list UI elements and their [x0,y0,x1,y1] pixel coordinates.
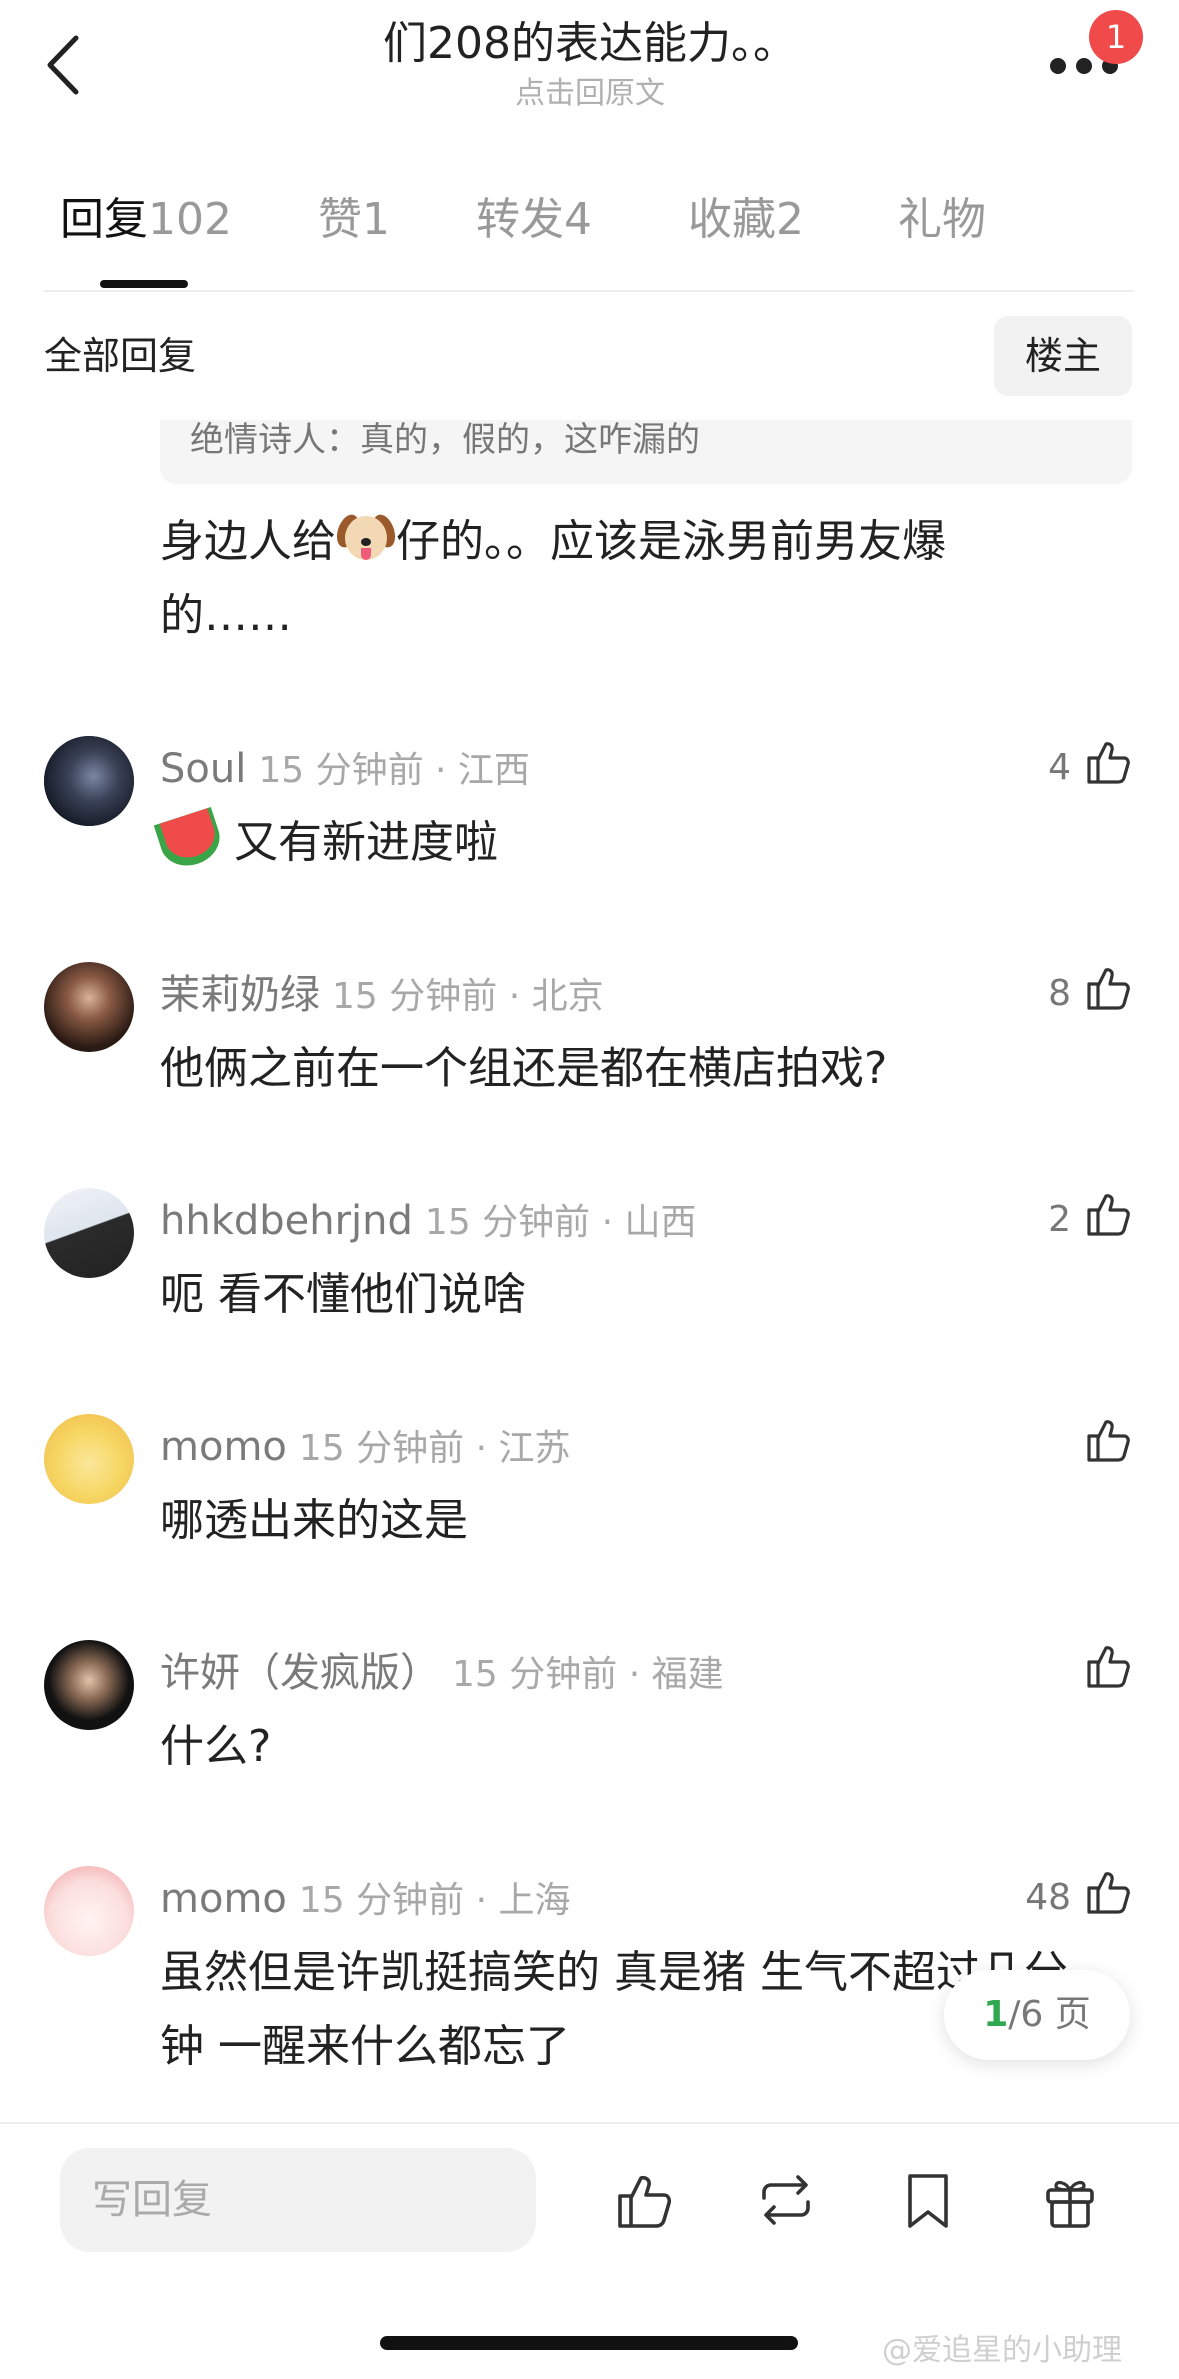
repost-icon [762,2175,810,2225]
bookmark-icon [908,2174,948,2228]
comment-text: 他俩之前在一个组还是都在横店拍戏? [160,1043,888,1094]
username[interactable]: 许妍（发疯版） [160,1650,440,1696]
watermark: @爱追星的小助理 [882,2333,1122,2368]
avatar[interactable] [44,1866,134,1956]
comment-item[interactable]: 许妍（发疯版） 15 分钟前 · 福建 什么? [0,1640,1179,1840]
top-nav-bar: 们208的表达能力。。 点击回原文 1 [0,0,1179,140]
tab-likes[interactable]: 赞1 [318,190,390,250]
avatar[interactable] [44,962,134,1052]
like-count: 2 [1048,1199,1071,1240]
gift-button[interactable] [1038,2168,1102,2232]
comment-meta: Soul 15 分钟前 · 江西 [160,742,530,798]
thumbs-up-icon [1087,1646,1130,1688]
home-indicator[interactable] [380,2336,798,2350]
post-title: 们208的表达能力。。 [383,18,797,69]
notification-badge: 1 [1089,10,1143,64]
tab-replies[interactable]: 回复102 [60,190,232,250]
avatar[interactable] [44,1414,134,1504]
comment-time: 15 分钟前 · 上海 [298,1880,571,1921]
op-only-button[interactable]: 楼主 [994,316,1132,396]
tab-favorites[interactable]: 收藏2 [688,190,804,250]
comment-time: 15 分钟前 · 福建 [452,1654,724,1695]
back-to-original-link[interactable]: 点击回原文 [240,74,940,114]
repost-button[interactable] [754,2168,818,2232]
reply-input[interactable]: 写回复 [60,2148,536,2252]
thumbs-up-icon [1087,968,1130,1010]
current-page: 1 [983,1994,1009,2035]
avatar[interactable] [44,1188,134,1278]
watermelon-emoji [153,806,227,874]
gift-icon [1046,2180,1094,2228]
comment-time: 15 分钟前 · 江西 [258,750,530,791]
back-button[interactable] [40,30,90,100]
tab-bar: 回复102 赞1 转发4 收藏2 礼物 [0,190,1179,290]
comment-time: 15 分钟前 · 北京 [332,976,604,1017]
thumbs-up-icon [1087,1194,1130,1236]
quoted-reply[interactable]: 绝情诗人：真的，假的，这咋漏的 [160,420,1132,484]
username[interactable]: momo [160,1876,287,1922]
like-count: 8 [1048,973,1071,1014]
thumbs-up-icon [1087,1420,1130,1462]
comment-text: 什么? [160,1721,272,1772]
divider [0,2122,1179,2124]
tab-reposts[interactable]: 转发4 [476,190,592,250]
like-count: 4 [1048,747,1071,788]
username[interactable]: hhkdbehrjnd [160,1198,413,1244]
avatar[interactable] [44,1640,134,1730]
title-block[interactable]: 们208的表达能力。。 点击回原文 [240,16,940,114]
total-pages: /6 页 [1008,1994,1091,2035]
thumbs-up-icon [1087,742,1130,784]
comment-time: 15 分钟前 · 江苏 [298,1428,571,1469]
comment-meta: 茉莉奶绿 15 分钟前 · 北京 [160,968,604,1024]
thumbs-up-icon [1087,1872,1130,1914]
like-post-button[interactable] [612,2168,676,2232]
comment-item[interactable]: Soul 15 分钟前 · 江西 4 又有新进度啦 [0,736,1179,936]
comment-item[interactable]: 茉莉奶绿 15 分钟前 · 北京 8 他俩之前在一个组还是都在横店拍戏? [0,962,1179,1162]
active-tab-indicator [100,280,188,288]
comment-meta: momo 15 分钟前 · 江苏 [160,1420,570,1476]
all-replies-label[interactable]: 全部回复 [44,330,196,382]
username[interactable]: momo [160,1424,287,1470]
comment-item[interactable]: momo 15 分钟前 · 江苏 哪透出来的这是 [0,1414,1179,1614]
comment-time: 15 分钟前 · 山西 [424,1202,697,1243]
comment-item[interactable] [0,488,1179,826]
comment-meta: 许妍（发疯版） 15 分钟前 · 福建 [160,1646,724,1702]
comment-text: 呃 看不懂他们说啥 [160,1269,526,1320]
like-count: 48 [1025,1877,1071,1918]
chevron-left-icon [47,35,79,95]
comment-text: 又有新进度啦 [153,806,1090,880]
username[interactable]: Soul [160,746,246,792]
avatar[interactable] [44,736,134,826]
bookmark-button[interactable] [896,2168,960,2232]
tab-gifts[interactable]: 礼物 [898,190,986,250]
username[interactable]: 茉莉奶绿 [160,972,320,1018]
divider [44,290,1134,292]
comment-meta: hhkdbehrjnd 15 分钟前 · 山西 [160,1194,697,1250]
comment-meta: momo 15 分钟前 · 上海 [160,1872,570,1928]
comment-text: 哪透出来的这是 [160,1495,468,1546]
page-indicator[interactable]: 1/6 页 [944,1970,1130,2060]
comment-item[interactable]: hhkdbehrjnd 15 分钟前 · 山西 2 呃 看不懂他们说啥 [0,1188,1179,1388]
thumbs-up-icon [618,2175,672,2228]
